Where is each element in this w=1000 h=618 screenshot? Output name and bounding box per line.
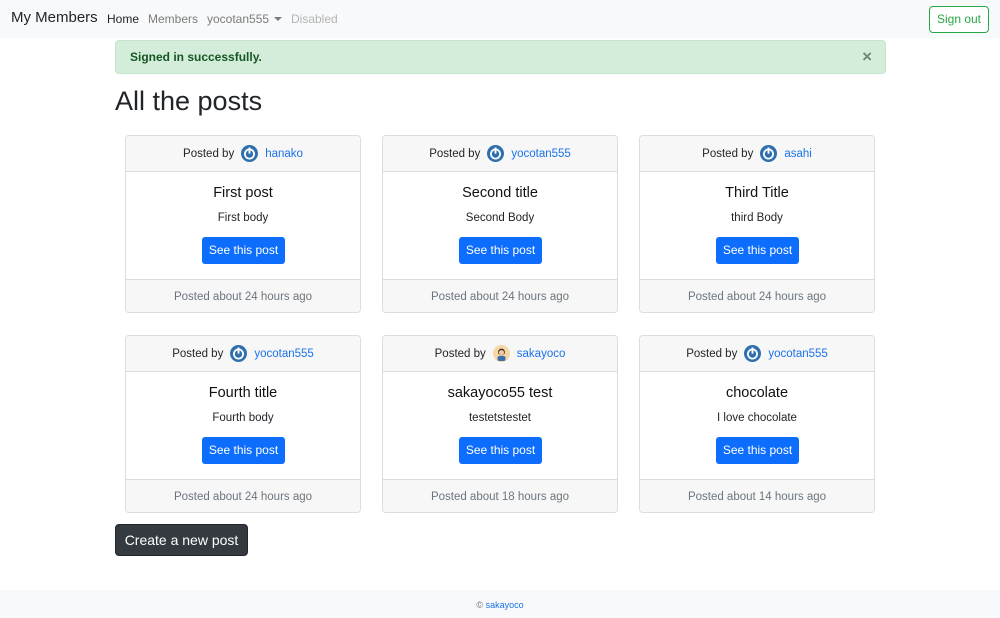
page-title: All the posts	[115, 86, 263, 116]
posted-by-label: Posted by	[686, 347, 738, 360]
brand-link[interactable]: My Members	[11, 9, 98, 26]
see-post-button[interactable]: See this post	[202, 437, 285, 464]
nav-members[interactable]: Members	[148, 12, 198, 26]
post-card: Posted by yocotan555 Second title Second Bo…	[382, 135, 618, 313]
card-header: Posted by yocotan555	[126, 336, 360, 372]
card-body: chocolate I love chocolate See this post	[640, 372, 874, 479]
alert-message: Signed in successfully.	[130, 50, 262, 64]
nav-user-dropdown[interactable]: yocotan555	[207, 12, 283, 26]
nav-user-label: yocotan555	[207, 12, 270, 26]
card-body: First post First body See this post	[126, 172, 360, 279]
author-link[interactable]: sakayoco	[517, 348, 566, 360]
nav-disabled: Disabled	[291, 12, 338, 26]
see-post-button[interactable]: See this post	[202, 237, 285, 264]
footer-owner-link[interactable]: sakayoco	[486, 600, 524, 610]
close-icon[interactable]: ×	[862, 41, 872, 73]
card-body: Fourth title Fourth body See this post	[126, 372, 360, 479]
card-header: Posted by yocotan555	[383, 136, 617, 172]
card-header: Posted by hanako	[126, 136, 360, 172]
post-body: testetstestet	[468, 412, 531, 424]
post-timestamp: Posted about 18 hours ago	[383, 479, 617, 512]
author-link[interactable]: asahi	[784, 148, 812, 160]
create-post-button[interactable]: Create a new post	[115, 524, 248, 556]
page-footer: © sakayoco	[0, 590, 1000, 618]
post-title: First post	[213, 185, 273, 201]
post-timestamp: Posted about 24 hours ago	[126, 279, 360, 312]
author-link[interactable]: yocotan555	[511, 148, 570, 160]
card-body: sakayoco55 test testetstestet See this pos…	[383, 372, 617, 479]
power-avatar-icon	[230, 345, 248, 362]
card-body: Second title Second Body See this post	[383, 172, 617, 279]
power-avatar-icon	[744, 345, 762, 362]
see-post-button[interactable]: See this post	[716, 237, 799, 264]
post-title: Second title	[462, 185, 538, 201]
chevron-down-icon	[274, 17, 283, 21]
person-avatar-icon	[492, 345, 510, 362]
post-body: Second Body	[465, 212, 535, 224]
power-avatar-icon	[487, 145, 505, 162]
author-link[interactable]: hanako	[265, 148, 303, 160]
post-card: Posted by asahi Third Title third Body See t…	[639, 135, 875, 313]
card-header: Posted by yocotan555	[640, 336, 874, 372]
see-post-button[interactable]: See this post	[716, 437, 799, 464]
power-avatar-icon	[760, 145, 778, 162]
signout-button[interactable]: Sign out	[929, 6, 989, 33]
post-card: Posted by sakayoco sakayoco55 test testetst…	[382, 335, 618, 513]
card-body: Third Title third Body See this post	[640, 172, 874, 279]
post-card: Posted by hanako First post First body See t…	[125, 135, 361, 313]
posted-by-label: Posted by	[702, 147, 754, 160]
post-title: sakayoco55 test	[447, 385, 553, 401]
post-title: chocolate	[725, 385, 789, 401]
posted-by-label: Posted by	[429, 147, 481, 160]
see-post-button[interactable]: See this post	[459, 237, 542, 264]
post-card: Posted by yocotan555 chocolate I love choco…	[639, 335, 875, 513]
navbar: My Members Home Members yocotan555 Disab…	[0, 0, 1000, 38]
post-timestamp: Posted about 14 hours ago	[640, 479, 874, 512]
post-card: Posted by yocotan555 Fourth title Fourth bo…	[125, 335, 361, 513]
post-body: third Body	[731, 212, 783, 224]
nav-home[interactable]: Home	[107, 12, 139, 26]
copyright-symbol: ©	[476, 600, 484, 610]
author-link[interactable]: yocotan555	[254, 348, 313, 360]
post-title: Third Title	[725, 185, 789, 201]
post-timestamp: Posted about 24 hours ago	[640, 279, 874, 312]
card-header: Posted by asahi	[640, 136, 874, 172]
post-title: Fourth title	[208, 385, 278, 401]
post-timestamp: Posted about 24 hours ago	[126, 479, 360, 512]
power-avatar-icon	[241, 145, 259, 162]
card-header: Posted by sakayoco	[383, 336, 617, 372]
posted-by-label: Posted by	[434, 347, 486, 360]
author-link[interactable]: yocotan555	[768, 348, 827, 360]
see-post-button[interactable]: See this post	[459, 437, 542, 464]
success-alert: Signed in successfully. ×	[115, 40, 886, 74]
post-body: I love chocolate	[717, 412, 797, 424]
post-timestamp: Posted about 24 hours ago	[383, 279, 617, 312]
posted-by-label: Posted by	[172, 347, 224, 360]
post-body: Fourth body	[212, 412, 274, 424]
posted-by-label: Posted by	[183, 147, 235, 160]
post-body: First body	[217, 212, 269, 224]
